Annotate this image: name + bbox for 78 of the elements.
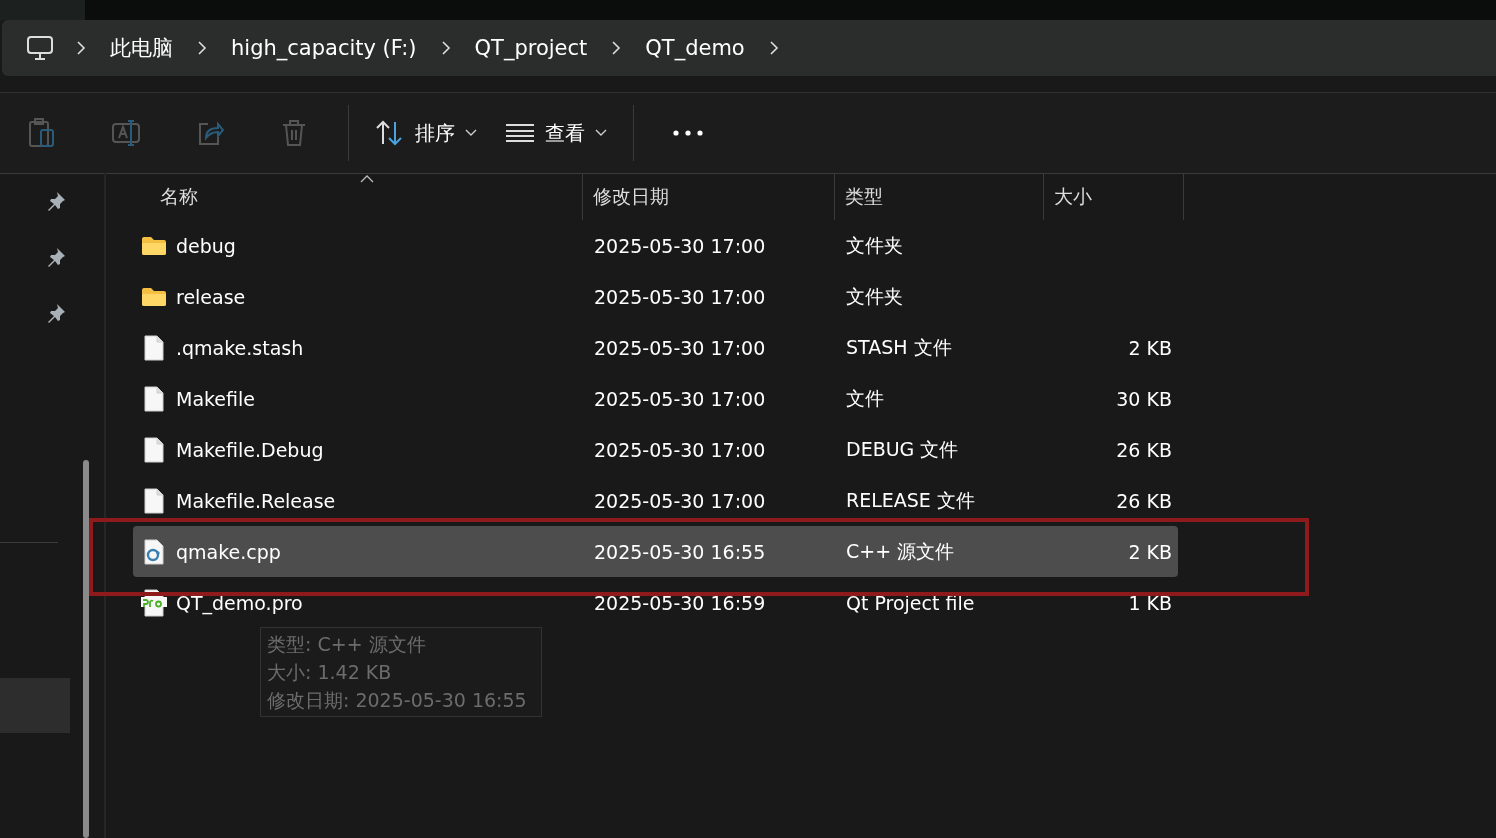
chevron-icon bbox=[440, 40, 451, 56]
sort-caret-icon bbox=[360, 175, 374, 183]
list-icon bbox=[505, 123, 535, 143]
file-row[interactable]: debug 2025-05-30 17:00 文件夹 bbox=[133, 220, 1178, 271]
file-row[interactable]: Makefile.Release 2025-05-30 17:00 RELEASE 文件 26 KB bbox=[133, 475, 1178, 526]
modified-date: 2025-05-30 16:55 bbox=[593, 540, 767, 563]
address-bar[interactable]: 此电脑 high_capacity (F:) QT_project QT_demo bbox=[2, 20, 1496, 76]
breadcrumb-item[interactable]: QT_demo bbox=[621, 36, 769, 60]
file-row[interactable]: .qmake.stash 2025-05-30 17:00 STASH 文件 2 KB bbox=[133, 322, 1178, 373]
file-name: QT_demo.pro bbox=[176, 591, 303, 614]
chevron-icon bbox=[197, 40, 207, 56]
scrollbar[interactable] bbox=[83, 460, 89, 838]
caret-icon bbox=[595, 129, 607, 137]
chevron-icon bbox=[76, 40, 86, 56]
pin-icon[interactable] bbox=[46, 247, 66, 267]
file-row[interactable]: release 2025-05-30 17:00 文件夹 bbox=[133, 271, 1178, 322]
sort-icon bbox=[375, 120, 405, 146]
breadcrumb-item[interactable]: QT_project bbox=[450, 36, 612, 60]
chevron-icon bbox=[768, 40, 779, 56]
rename-icon[interactable] bbox=[111, 119, 141, 147]
file-size: 2 KB bbox=[1127, 540, 1173, 563]
modified-date: 2025-05-30 17:00 bbox=[593, 234, 767, 257]
document-icon bbox=[143, 334, 165, 361]
breadcrumb-item[interactable]: high_capacity (F:) bbox=[207, 36, 441, 60]
file-type: RELEASE 文件 bbox=[845, 487, 976, 513]
modified-date: 2025-05-30 17:00 bbox=[593, 285, 767, 308]
file-name: release bbox=[176, 285, 246, 308]
file-name: Makefile bbox=[176, 387, 255, 410]
modified-date: 2025-05-30 17:00 bbox=[593, 336, 767, 359]
column-header[interactable]: 大小 bbox=[1044, 173, 1184, 220]
file-row[interactable]: qmake.cpp 2025-05-30 16:55 C++ 源文件 2 KB bbox=[133, 526, 1178, 577]
file-name: Makefile.Release bbox=[176, 489, 336, 512]
file-name: debug bbox=[176, 234, 236, 257]
tooltip-line: 类型: C++ 源文件 bbox=[267, 632, 427, 657]
modified-date: 2025-05-30 17:00 bbox=[593, 438, 767, 461]
delete-icon[interactable] bbox=[281, 119, 307, 147]
modified-date: 2025-05-30 17:00 bbox=[593, 489, 767, 512]
file-size: 30 KB bbox=[1115, 387, 1173, 410]
file-type: 文件夹 bbox=[845, 232, 904, 258]
file-type: 文件夹 bbox=[845, 283, 904, 309]
file-type: 文件 bbox=[845, 385, 885, 411]
paste-icon[interactable] bbox=[28, 118, 56, 148]
file-name: Makefile.Debug bbox=[176, 438, 324, 461]
caret-icon bbox=[465, 129, 477, 137]
file-type: DEBUG 文件 bbox=[845, 436, 960, 462]
folder-icon bbox=[141, 235, 167, 256]
document-icon bbox=[143, 385, 165, 412]
file-size: 26 KB bbox=[1115, 489, 1173, 512]
pin-icon[interactable] bbox=[46, 303, 66, 323]
share-icon[interactable] bbox=[196, 120, 224, 146]
modified-date: 2025-05-30 17:00 bbox=[593, 387, 767, 410]
chevron-icon bbox=[611, 40, 622, 56]
file-type: STASH 文件 bbox=[845, 334, 953, 360]
computer-icon[interactable] bbox=[26, 35, 54, 61]
file-row[interactable]: Makefile 2025-05-30 17:00 文件 30 KB bbox=[133, 373, 1178, 424]
pro-file-icon bbox=[141, 588, 167, 617]
file-size: 1 KB bbox=[1127, 591, 1173, 614]
view-button[interactable]: 查看 bbox=[491, 111, 621, 155]
file-size: 26 KB bbox=[1115, 438, 1173, 461]
cpp-file-icon bbox=[143, 538, 165, 565]
file-size: 2 KB bbox=[1127, 336, 1173, 359]
document-icon bbox=[143, 487, 165, 514]
modified-date: 2025-05-30 16:59 bbox=[593, 591, 767, 614]
document-icon bbox=[143, 436, 165, 463]
file-name: .qmake.stash bbox=[176, 336, 304, 359]
column-header[interactable]: 类型 bbox=[835, 173, 1044, 220]
file-type: C++ 源文件 bbox=[845, 538, 956, 564]
sort-button[interactable]: 排序 bbox=[361, 111, 491, 155]
tooltip-line: 大小: 1.42 KB bbox=[267, 660, 393, 685]
file-row[interactable]: Makefile.Debug 2025-05-30 17:00 DEBUG 文件 26 KB bbox=[133, 424, 1178, 475]
more-icon[interactable] bbox=[673, 130, 703, 136]
column-header[interactable]: 修改日期 bbox=[583, 173, 835, 220]
folder-icon bbox=[141, 286, 167, 307]
breadcrumb-item[interactable]: 此电脑 bbox=[86, 34, 197, 62]
pin-icon[interactable] bbox=[46, 191, 66, 211]
file-name: qmake.cpp bbox=[176, 540, 281, 563]
tooltip-line: 修改日期: 2025-05-30 16:55 bbox=[267, 688, 528, 713]
column-header[interactable]: 名称 bbox=[106, 173, 583, 220]
